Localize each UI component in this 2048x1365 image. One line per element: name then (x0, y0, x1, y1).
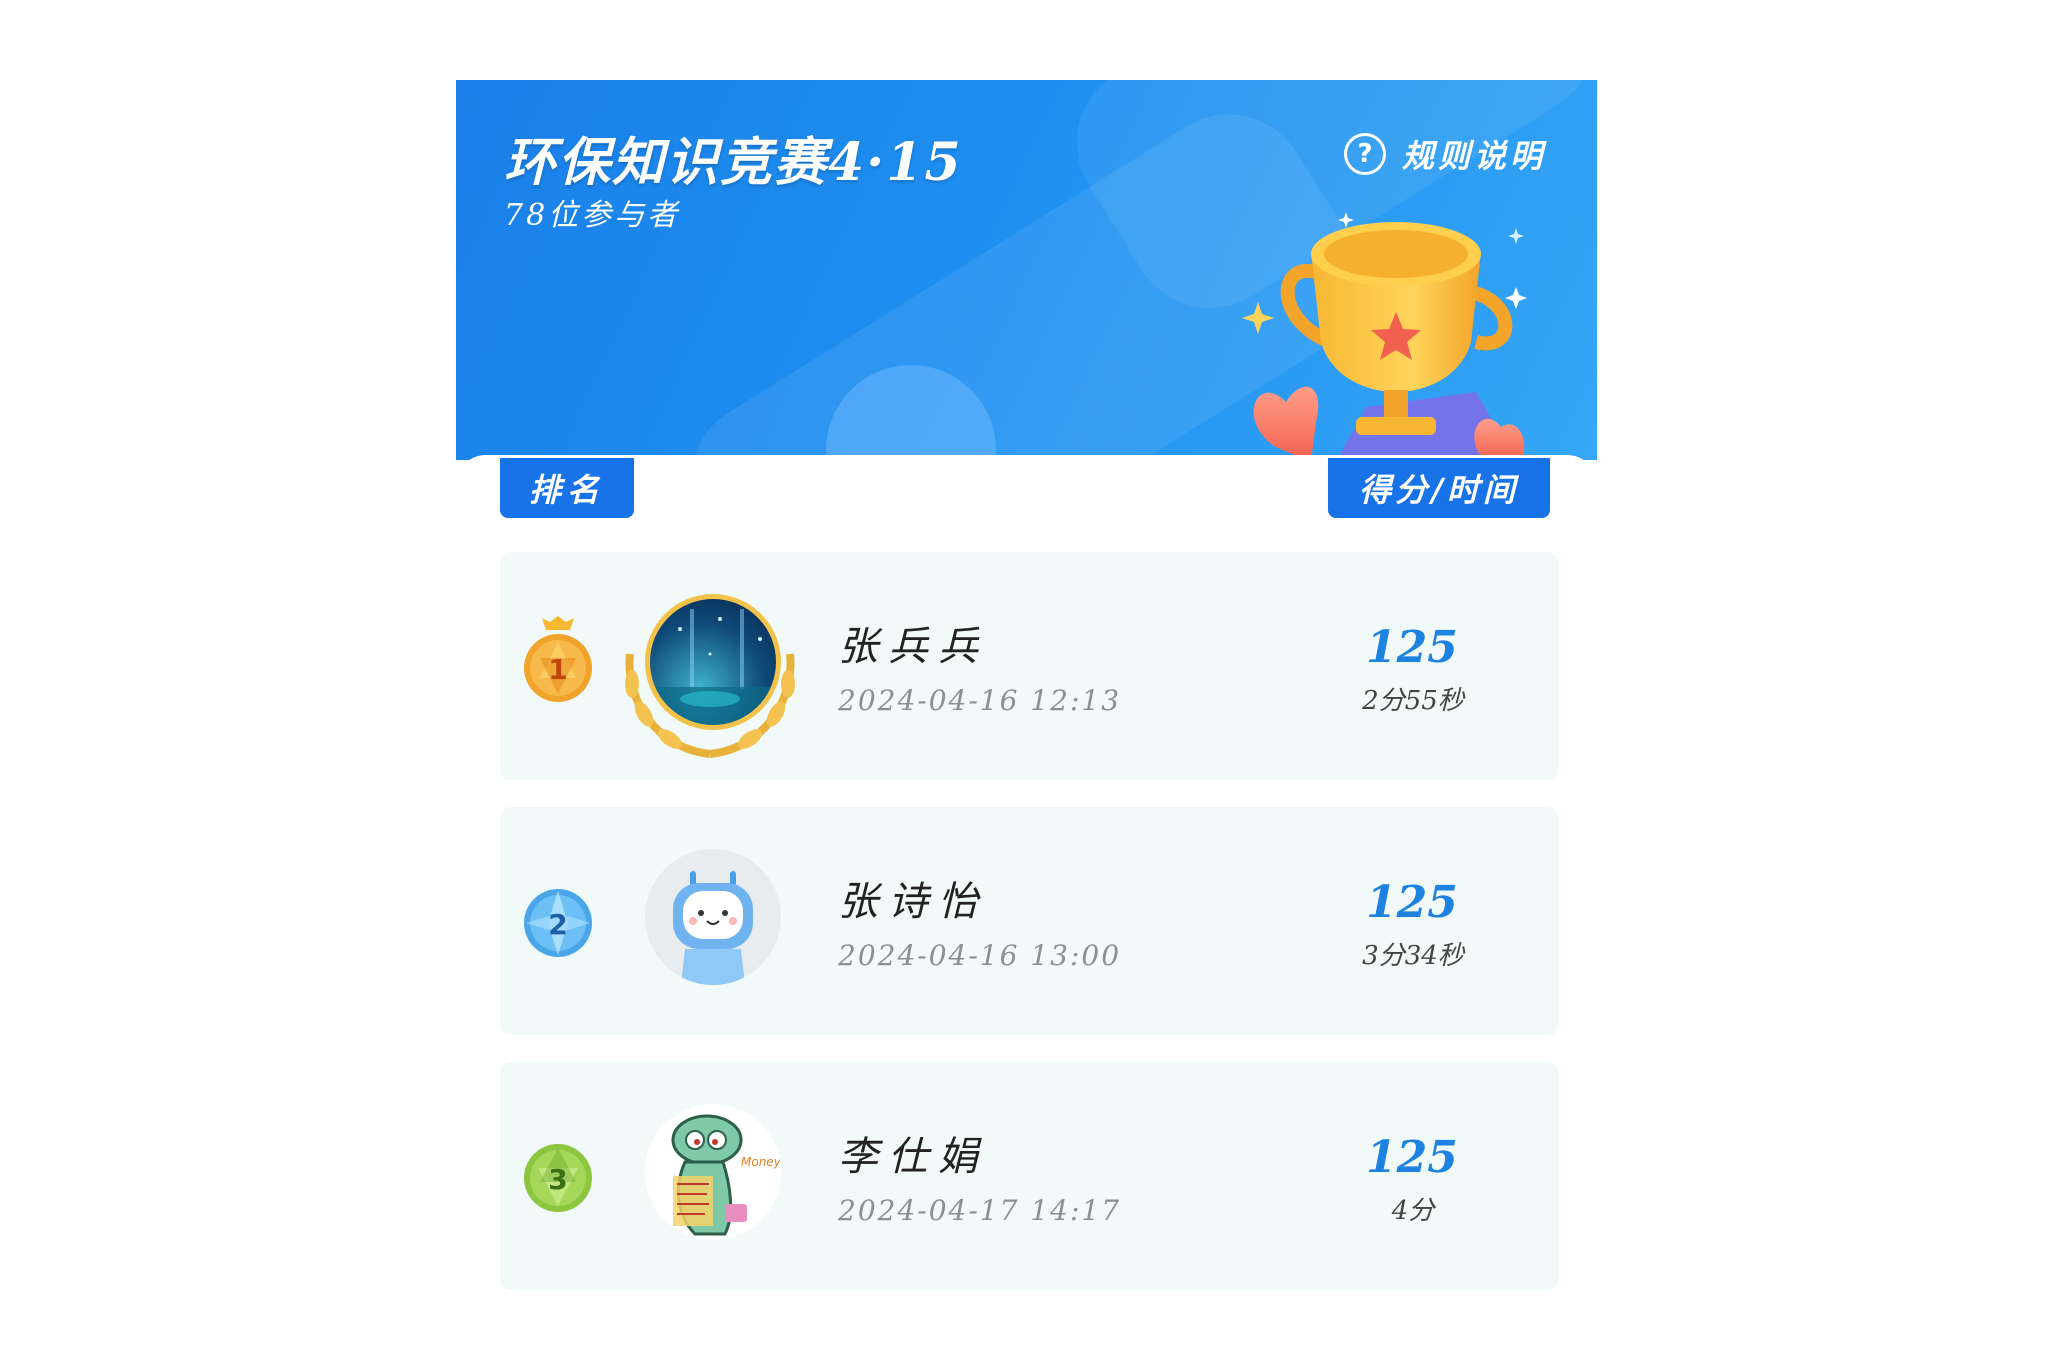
score-value: 125 (1366, 622, 1458, 673)
score-value: 125 (1366, 1132, 1458, 1183)
rules-button[interactable]: ? 规则说明 (1344, 124, 1546, 184)
page-title: 环保知识竞赛4·15 (504, 132, 963, 193)
medal-rank-number: 1 (548, 653, 567, 686)
participant-name: 李仕娟 (838, 1134, 988, 1180)
gold-medal-icon: 1 (524, 616, 592, 702)
avatar-frame (625, 594, 795, 758)
medal-rank-number: 2 (548, 908, 567, 941)
list-item[interactable]: 1 张兵兵 2024-04-16 12:13 125 2分55秒 (500, 552, 1558, 780)
trophy-illustration (1242, 212, 1527, 460)
leaderboard-panel: 环保知识竞赛4·15 78位参与者 ? 规则说明 排名 得分/时间 1 张兵兵 … (456, 80, 1597, 1365)
participant-name: 张兵兵 (838, 624, 988, 670)
submit-time: 2024-04-16 12:13 (838, 684, 1122, 717)
list-item[interactable]: 3 Money! 李仕娟 2024-04-17 14:17 125 4分 (500, 1062, 1558, 1290)
avatar: Money! (645, 1104, 781, 1240)
list-item[interactable]: 2 张诗怡 2024-04-16 13:00 125 3分34秒 (500, 807, 1558, 1035)
avatar-doodle-text: Money! (741, 1155, 781, 1169)
avatar-frame (630, 849, 790, 1009)
participant-name: 张诗怡 (838, 879, 988, 925)
avatar (645, 849, 781, 985)
help-circle-icon: ? (1344, 133, 1386, 175)
submit-time: 2024-04-16 13:00 (838, 939, 1122, 972)
silver-medal-icon: 2 (524, 889, 592, 957)
duration: 4分 (1391, 1196, 1435, 1226)
duration: 2分55秒 (1362, 686, 1464, 716)
duration: 3分34秒 (1362, 941, 1464, 971)
bronze-medal-icon: 3 (524, 1144, 592, 1212)
rules-label: 规则说明 (1402, 137, 1547, 175)
medal-rank-number: 3 (548, 1163, 567, 1196)
participant-count: 78位参与者 (504, 198, 681, 233)
header-banner: 环保知识竞赛4·15 78位参与者 ? 规则说明 (456, 80, 1597, 460)
avatar-frame: Money! (630, 1104, 790, 1264)
avatar (645, 594, 781, 730)
score-time-column-header: 得分/时间 (1328, 458, 1550, 518)
rank-column-header: 排名 (500, 458, 634, 518)
score-value: 125 (1366, 877, 1458, 928)
submit-time: 2024-04-17 14:17 (838, 1194, 1122, 1227)
